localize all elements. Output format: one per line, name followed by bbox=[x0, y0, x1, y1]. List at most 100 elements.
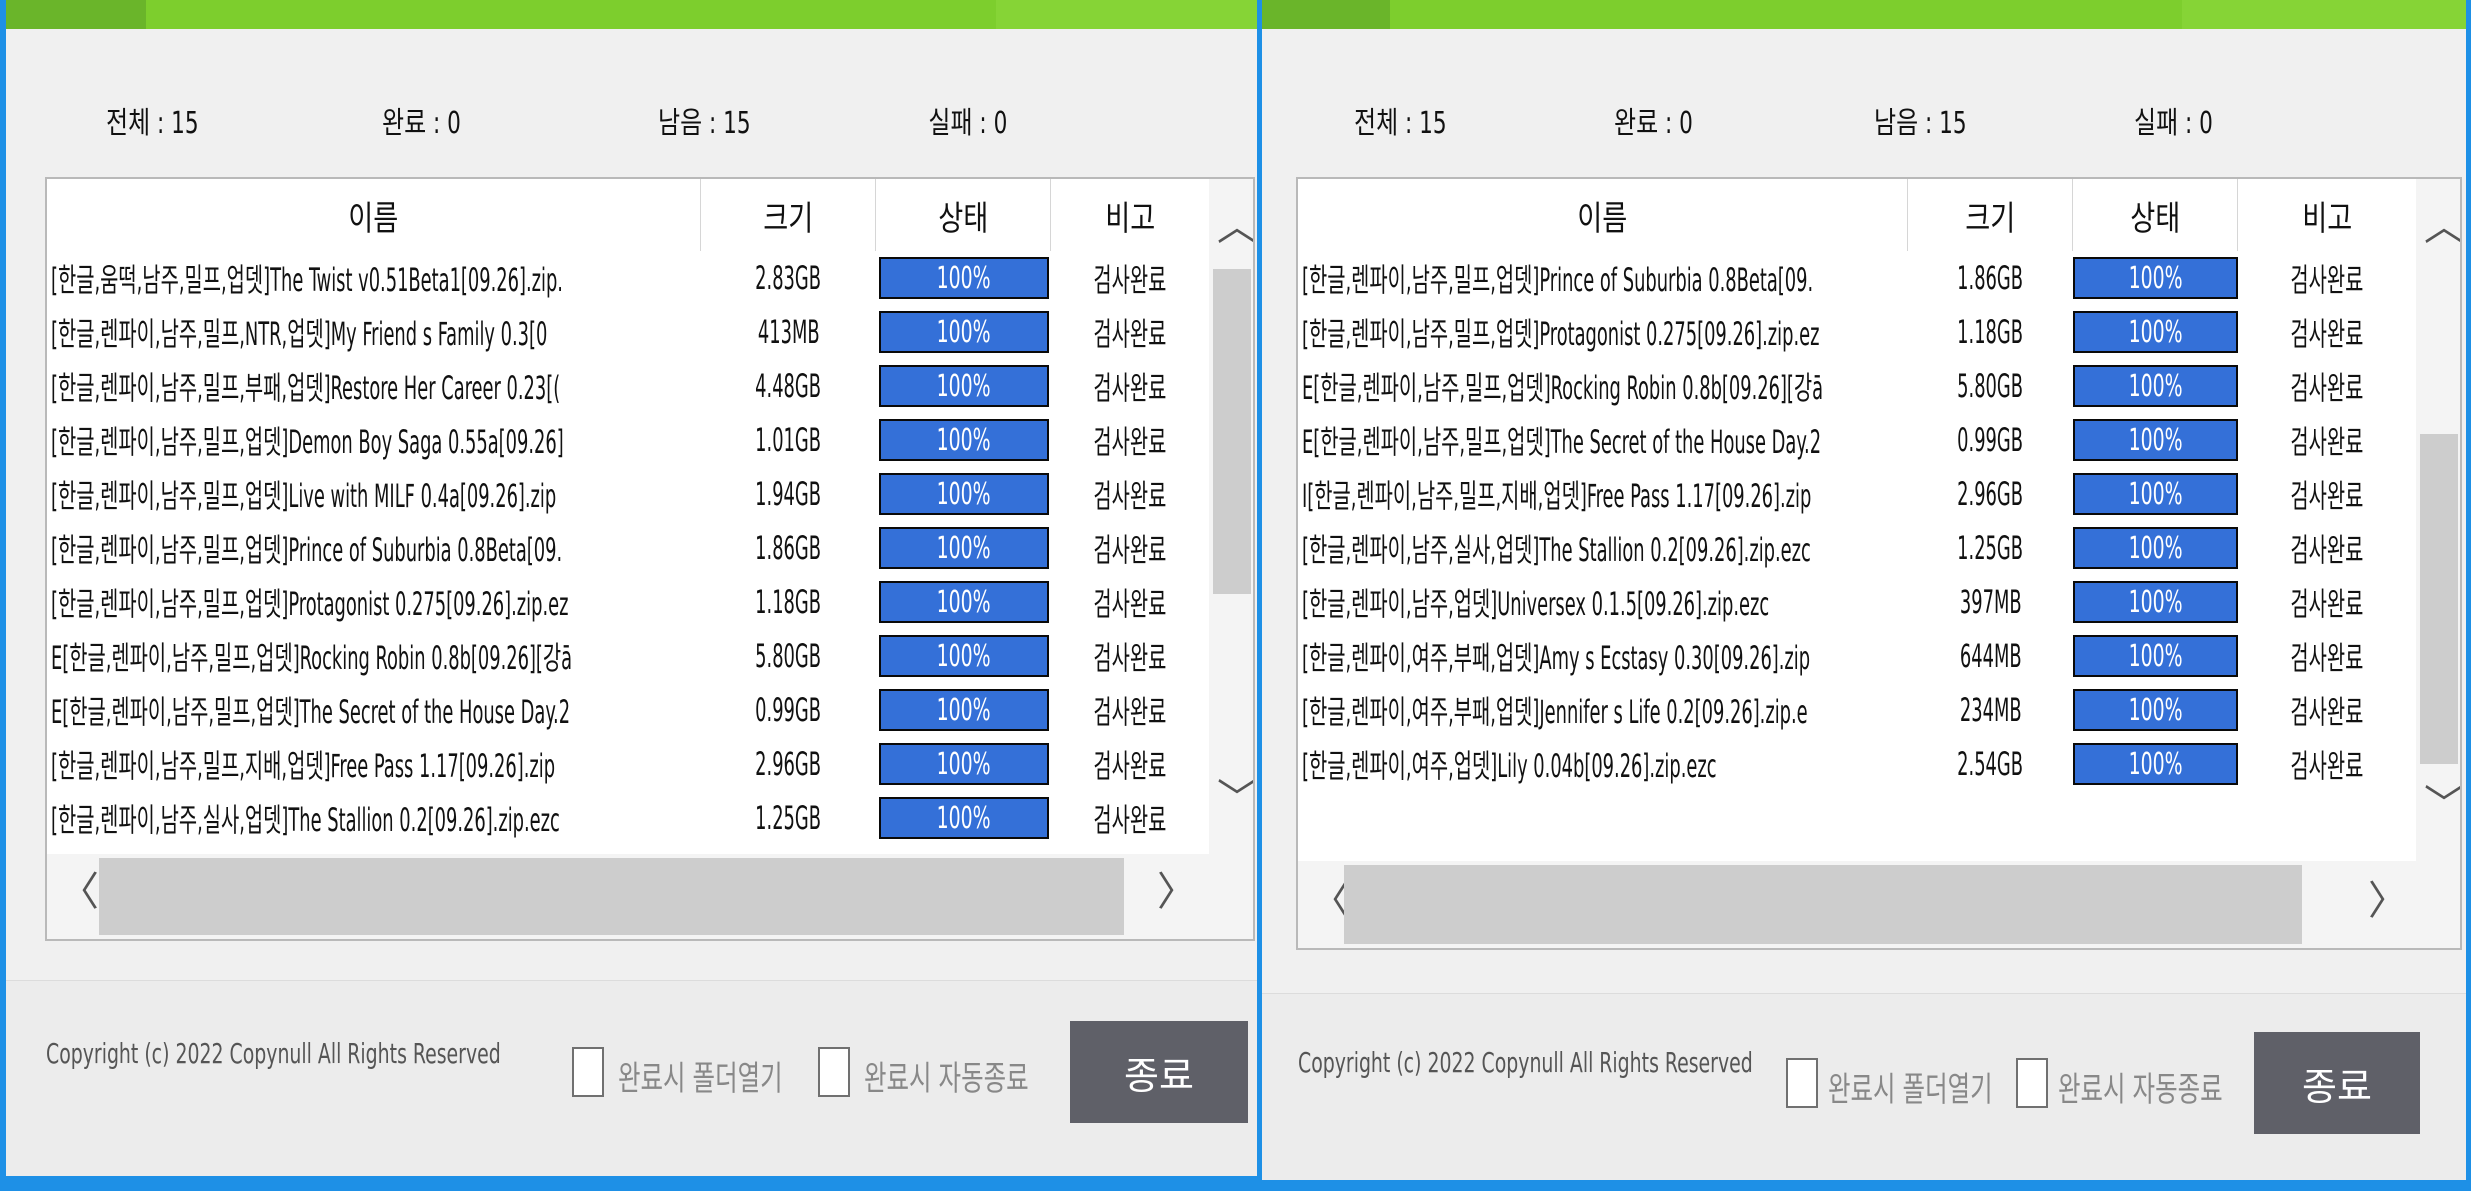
file-name-text: [한글,움떡,남주,밀프,업뎃]The Twist v0.51Beta1[09.… bbox=[51, 261, 563, 299]
progress-label: 100% bbox=[2128, 260, 2183, 296]
table-row[interactable]: [한글,렌파이,남주,밀프,업뎃]Prince of Suburbia 0.8B… bbox=[47, 521, 1209, 575]
file-status-cell: 100% bbox=[876, 521, 1051, 575]
table-row[interactable]: [한글,움떡,남주,밀프,업뎃]The Twist v0.51Beta1[09.… bbox=[47, 251, 1209, 305]
file-name-cell: [한글,렌파이,남주,밀프,업뎃]Live with MILF 0.4a[09.… bbox=[47, 467, 701, 521]
file-name-cell: [한글,렌파이,남주,밀프,NTR,업뎃]My Friend s Family … bbox=[47, 305, 701, 359]
auto-exit-checkbox[interactable] bbox=[818, 1047, 850, 1097]
auto-exit-checkbox[interactable] bbox=[2016, 1058, 2048, 1108]
file-status-cell: 100% bbox=[876, 683, 1051, 737]
vertical-scroll-thumb[interactable] bbox=[1213, 269, 1251, 594]
file-note-cell: 검사완료 bbox=[1051, 683, 1209, 737]
column-header-note[interactable]: 비고 bbox=[1051, 179, 1209, 251]
column-header-status[interactable]: 상태 bbox=[876, 179, 1051, 251]
column-header-name[interactable]: 이름 bbox=[1298, 179, 1908, 251]
horizontal-scrollbar[interactable]: 〈 〉 bbox=[47, 854, 1253, 939]
title-bar[interactable] bbox=[6, 0, 1257, 29]
horizontal-scroll-thumb[interactable] bbox=[1344, 865, 2302, 944]
chevron-left-icon[interactable]: 〈 bbox=[59, 872, 99, 912]
table-row[interactable]: E[한글,렌파이,남주,밀프,업뎃]The Secret of the Hous… bbox=[1298, 413, 2416, 467]
table-row[interactable]: E[한글,렌파이,남주,밀프,업뎃]Rocking Robin 0.8b[09.… bbox=[1298, 359, 2416, 413]
progress-bar: 100% bbox=[878, 365, 1049, 407]
file-name-cell: [한글,렌파이,남주,실사,업뎃]The Stallion 0.2[09.26]… bbox=[47, 791, 701, 845]
file-name-cell: [한글,움떡,남주,밀프,업뎃]The Twist v0.51Beta1[09.… bbox=[47, 251, 701, 305]
column-header-size[interactable]: 크기 bbox=[1908, 179, 2073, 251]
vertical-scrollbar[interactable]: ︿ ﹀ bbox=[2416, 179, 2460, 861]
progress-label: 100% bbox=[2128, 692, 2183, 728]
table-row[interactable]: E[한글,렌파이,남주,밀프,업뎃]Rocking Robin 0.8b[09.… bbox=[47, 629, 1209, 683]
table-row[interactable]: [한글,렌파이,남주,밀프,업뎃]Prince of Suburbia 0.8B… bbox=[1298, 251, 2416, 305]
file-size-text: 1.86GB bbox=[1957, 259, 2024, 297]
file-name-cell: [한글,렌파이,남주,실사,업뎃]The Stallion 0.2[09.26]… bbox=[1298, 521, 1908, 575]
file-name-text: [한글,렌파이,남주,밀프,업뎃]Live with MILF 0.4a[09.… bbox=[51, 477, 557, 515]
progress-label: 100% bbox=[936, 260, 991, 296]
file-name-text: E[한글,렌파이,남주,밀프,업뎃]The Secret of the Hous… bbox=[51, 693, 571, 731]
close-button[interactable]: 종료 bbox=[2254, 1032, 2420, 1134]
file-name-text: E[한글,렌파이,남주,밀프,업뎃]The Secret of the Hous… bbox=[1302, 423, 1822, 461]
progress-bar: 100% bbox=[878, 635, 1049, 677]
file-status-cell: 100% bbox=[2073, 521, 2238, 575]
table-row[interactable]: [한글,렌파이,남주,밀프,업뎃]Demon Boy Saga 0.55a[09… bbox=[47, 413, 1209, 467]
column-header-name[interactable]: 이름 bbox=[47, 179, 701, 251]
column-header-status[interactable]: 상태 bbox=[2073, 179, 2238, 251]
column-header-size[interactable]: 크기 bbox=[701, 179, 876, 251]
file-status-cell: 100% bbox=[2073, 359, 2238, 413]
chevron-up-icon[interactable]: ︿ bbox=[2424, 207, 2460, 247]
table-row[interactable]: [한글,렌파이,남주,실사,업뎃]The Stallion 0.2[09.26]… bbox=[1298, 521, 2416, 575]
file-status-cell: 100% bbox=[876, 305, 1051, 359]
file-note-cell: 검사완료 bbox=[1051, 737, 1209, 791]
file-name-text: [한글,렌파이,남주,밀프,NTR,업뎃]My Friend s Family … bbox=[51, 315, 548, 353]
table-row[interactable]: [한글,렌파이,남주,업뎃]Universex 0.1.5[09.26].zip… bbox=[1298, 575, 2416, 629]
horizontal-scrollbar[interactable]: 〈 〉 bbox=[1298, 861, 2460, 948]
table-row[interactable]: [한글,렌파이,여주,부패,업뎃]Jennifer s Life 0.2[09.… bbox=[1298, 683, 2416, 737]
file-name-text: [한글,렌파이,여주,부패,업뎃]Jennifer s Life 0.2[09.… bbox=[1302, 693, 1808, 731]
table-row[interactable]: [한글,렌파이,여주,업뎃]Lily 0.04b[09.26].zip.ezc 2… bbox=[1298, 737, 2416, 791]
file-name-text: [한글,렌파이,남주,실사,업뎃]The Stallion 0.2[09.26]… bbox=[51, 801, 560, 839]
table-row[interactable]: [한글,렌파이,남주,밀프,업뎃]Protagonist 0.275[09.26… bbox=[47, 575, 1209, 629]
file-size-cell: 1.25GB bbox=[1908, 521, 2073, 575]
file-name-cell: [한글,렌파이,남주,밀프,업뎃]Prince of Suburbia 0.8B… bbox=[47, 521, 701, 575]
progress-bar: 100% bbox=[878, 257, 1049, 299]
file-note-text: 검사완료 bbox=[2290, 531, 2364, 569]
file-size-text: 5.80GB bbox=[1957, 367, 2024, 405]
file-size-cell: 1.86GB bbox=[701, 521, 876, 575]
column-header-note[interactable]: 비고 bbox=[2238, 179, 2416, 251]
chevron-up-icon[interactable]: ︿ bbox=[1217, 207, 1253, 247]
vertical-scrollbar[interactable]: ︿ ﹀ bbox=[1209, 179, 1253, 854]
file-note-text: 검사완료 bbox=[1093, 585, 1167, 623]
table-row[interactable]: [한글,렌파이,남주,밀프,부패,업뎃]Restore Her Career 0… bbox=[47, 359, 1209, 413]
stat-failed: 실패 : 0 bbox=[2134, 106, 2213, 141]
file-list[interactable]: 이름 크기 상태 비고 [한글,렌파이,남주,밀프,업뎃]Prince of S… bbox=[1296, 177, 2462, 950]
chevron-right-icon[interactable]: 〉 bbox=[1157, 872, 1197, 912]
file-size-cell: 2.83GB bbox=[701, 251, 876, 305]
chevron-down-icon[interactable]: ﹀ bbox=[2424, 785, 2460, 825]
chevron-right-icon[interactable]: 〉 bbox=[2368, 881, 2408, 921]
table-row[interactable]: [한글,렌파이,여주,부패,업뎃]Amy s Ecstasy 0.30[09.2… bbox=[1298, 629, 2416, 683]
horizontal-scroll-thumb[interactable] bbox=[99, 858, 1124, 935]
file-size-cell: 1.01GB bbox=[701, 413, 876, 467]
auto-exit-label: 완료시 자동종료 bbox=[2058, 1070, 2223, 1110]
progress-bar: 100% bbox=[878, 473, 1049, 515]
table-row[interactable]: [한글,렌파이,남주,밀프,지배,업뎃]Free Pass 1.17[09.26… bbox=[47, 737, 1209, 791]
table-row[interactable]: [한글,렌파이,남주,밀프,업뎃]Protagonist 0.275[09.26… bbox=[1298, 305, 2416, 359]
table-row[interactable]: [한글,렌파이,남주,밀프,업뎃]Live with MILF 0.4a[09.… bbox=[47, 467, 1209, 521]
close-button[interactable]: 종료 bbox=[1070, 1021, 1248, 1123]
file-size-cell: 1.18GB bbox=[701, 575, 876, 629]
table-row[interactable]: [한글,렌파이,남주,실사,업뎃]The Stallion 0.2[09.26]… bbox=[47, 791, 1209, 845]
file-note-text: 검사완료 bbox=[1093, 477, 1167, 515]
title-bar[interactable] bbox=[1262, 0, 2466, 29]
open-folder-checkbox[interactable] bbox=[572, 1047, 604, 1097]
file-note-text: 검사완료 bbox=[2290, 423, 2364, 461]
file-list[interactable]: 이름 크기 상태 비고 [한글,움떡,남주,밀프,업뎃]The Twist v0… bbox=[45, 177, 1255, 941]
open-folder-checkbox[interactable] bbox=[1786, 1058, 1818, 1108]
table-row[interactable]: I[한글,렌파이,남주,밀프,지배,업뎃]Free Pass 1.17[09.2… bbox=[1298, 467, 2416, 521]
table-row[interactable]: E[한글,렌파이,남주,밀프,업뎃]The Secret of the Hous… bbox=[47, 683, 1209, 737]
vertical-scroll-thumb[interactable] bbox=[2420, 434, 2458, 764]
file-status-cell: 100% bbox=[876, 467, 1051, 521]
table-row[interactable]: [한글,렌파이,남주,밀프,NTR,업뎃]My Friend s Family … bbox=[47, 305, 1209, 359]
progress-bar: 100% bbox=[878, 689, 1049, 731]
file-note-cell: 검사완료 bbox=[1051, 575, 1209, 629]
file-note-cell: 검사완료 bbox=[2238, 467, 2416, 521]
file-note-cell: 검사완료 bbox=[1051, 359, 1209, 413]
stat-failed: 실패 : 0 bbox=[928, 106, 1008, 141]
chevron-down-icon[interactable]: ﹀ bbox=[1217, 779, 1253, 819]
